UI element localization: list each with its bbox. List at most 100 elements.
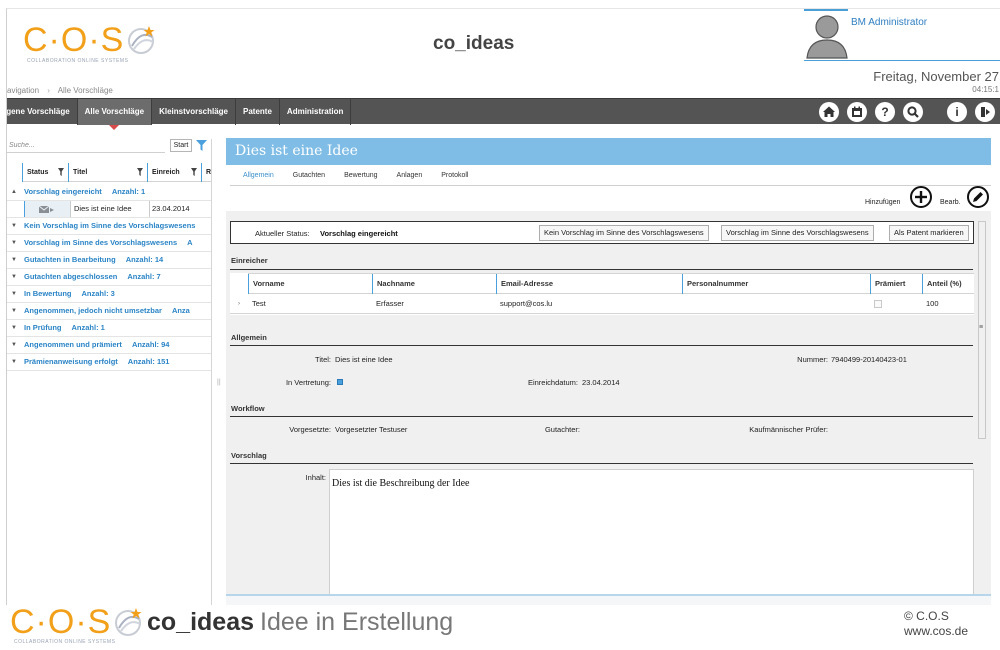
th-anteil[interactable]: Anteil (%) [922, 274, 974, 294]
expand-arrow-icon[interactable]: ▼ [11, 303, 17, 319]
expand-arrow-icon[interactable]: ▼ [11, 286, 17, 302]
nav-tab-alle-vorschlaege[interactable]: Alle Vorschläge [77, 99, 153, 130]
expand-arrow-icon[interactable]: ▼ [11, 269, 17, 285]
kein-vorschlag-button[interactable]: Kein Vorschlag im Sinne des Vorschlagswe… [539, 225, 709, 241]
scrollbar-grip-icon[interactable]: ≡ [979, 324, 983, 331]
nav-tab-kleinstvorschlaege[interactable]: Kleinstvorschläge [152, 99, 237, 125]
footer-logo-text: C·O·S [10, 603, 112, 641]
group-row[interactable]: ▼ Gutachten abgeschlossen Anzahl: 7 [7, 269, 211, 286]
td-email: support@cos.lu [500, 299, 553, 308]
expand-arrow-icon[interactable]: ▼ [11, 252, 17, 268]
section-allgemein: Allgemein [231, 333, 267, 342]
group-label: Kein Vorschlag im Sinne des Vorschlagswe… [24, 221, 196, 230]
group-label: Prämienanweisung erfolgt [24, 357, 118, 366]
footer-cos-logo: C·O·S COLLABORATION ONLINE SYSTEMS [10, 603, 144, 645]
th-email[interactable]: Email-Adresse [496, 274, 682, 294]
column-label: Status [27, 169, 49, 176]
als-patent-markieren-button[interactable]: Als Patent markieren [889, 225, 969, 241]
edit-icon[interactable] [967, 186, 989, 208]
list-item[interactable]: Dies ist eine Idee 23.04.2014 [7, 201, 211, 218]
th-personalnummer[interactable]: Personalnummer [682, 274, 870, 294]
column-r[interactable]: R [201, 163, 211, 182]
group-row[interactable]: ▲ Vorschlag eingereicht Anzahl: 1 [7, 184, 211, 201]
column-status[interactable]: Status [22, 163, 68, 182]
home-icon[interactable] [819, 102, 839, 122]
breadcrumb-item[interactable]: avigation [7, 86, 39, 95]
tab-protokoll[interactable]: Protokoll [424, 172, 468, 179]
inhalt-editor[interactable]: Dies ist die Beschreibung der Idee [329, 469, 974, 600]
einreicher-table-header: Vorname Nachname Email-Adresse Personaln… [248, 273, 974, 294]
add-icon[interactable] [910, 186, 932, 208]
filter-icon[interactable] [196, 140, 207, 151]
column-einreich[interactable]: Einreich [147, 163, 201, 182]
titel-value: Dies ist eine Idee [335, 355, 393, 364]
expand-arrow-icon[interactable]: ▼ [11, 235, 17, 251]
column-filter-icon[interactable] [58, 168, 64, 176]
vorschlag-im-sinne-button[interactable]: Vorschlag im Sinne des Vorschlagswesens [721, 225, 874, 241]
nav-tab-eigene-vorschlaege[interactable]: igene Vorschläge [7, 99, 78, 125]
item-title: Dies ist eine Idee [70, 201, 149, 217]
website-link[interactable]: www.cos.de [904, 624, 968, 639]
search-icon[interactable] [903, 102, 923, 122]
panel-splitter[interactable]: || [211, 139, 225, 605]
detail-title: Dies ist eine Idee [235, 143, 358, 159]
footer-subtitle: Idee in Erstellung [260, 608, 454, 636]
th-praemiert[interactable]: Prämiert [870, 274, 922, 294]
column-filter-icon[interactable] [137, 168, 143, 176]
breadcrumb: avigation › Alle Vorschläge [7, 86, 113, 95]
tab-anlagen[interactable]: Anlagen [380, 172, 423, 179]
start-button[interactable]: Start [170, 139, 192, 152]
collapse-arrow-icon[interactable]: ▲ [11, 184, 17, 200]
group-count: Anzahl: 94 [131, 340, 170, 349]
info-icon[interactable]: i [947, 102, 967, 122]
th-nachname[interactable]: Nachname [372, 274, 496, 294]
avatar-icon [806, 15, 848, 59]
group-row[interactable]: ▼ Gutachten in Bearbeitung Anzahl: 14 [7, 252, 211, 269]
expand-arrow-icon[interactable]: ▼ [11, 337, 17, 353]
column-filter-icon[interactable] [191, 168, 197, 176]
nav-tab-administration[interactable]: Administration [280, 99, 352, 125]
footer-brand: co_ideas [147, 608, 255, 636]
splitter-grip-icon[interactable]: || [217, 379, 221, 386]
column-titel[interactable]: Titel [68, 163, 147, 182]
group-row[interactable]: ▼ In Prüfung Anzahl: 1 [7, 320, 211, 337]
group-count: A [187, 238, 193, 247]
tab-bewertung[interactable]: Bewertung [327, 172, 377, 179]
calendar-icon[interactable] [847, 102, 867, 122]
tab-gutachten[interactable]: Gutachten [276, 172, 325, 179]
vorgesetzte-label: Vorgesetzte: [289, 425, 331, 434]
th-vorname[interactable]: Vorname [248, 274, 372, 294]
group-row[interactable]: ▼ Angenommen, jedoch nicht umsetzbar Anza [7, 303, 211, 320]
tab-allgemein[interactable]: Allgemein [226, 172, 274, 179]
group-row[interactable]: ▼ In Bewertung Anzahl: 3 [7, 286, 211, 303]
user-profile[interactable]: BM Administrator [804, 9, 1000, 61]
nav-tabs: igene Vorschläge Alle Vorschläge Kleinst… [7, 99, 352, 130]
help-icon[interactable]: ? [875, 102, 895, 122]
vertretung-checkbox[interactable] [337, 379, 343, 385]
expand-arrow-icon[interactable]: ▼ [11, 354, 17, 370]
breadcrumb-item[interactable]: Alle Vorschläge [58, 86, 113, 95]
praemiert-checkbox[interactable] [874, 300, 882, 309]
titel-label: Titel: [315, 355, 331, 364]
group-row[interactable]: ▼ Kein Vorschlag im Sinne des Vorschlags… [7, 218, 211, 235]
group-row[interactable]: ▼ Angenommen und prämiert Anzahl: 94 [7, 337, 211, 354]
app-title: co_ideas [433, 33, 515, 54]
group-row[interactable]: ▼ Prämienanweisung erfolgt Anzahl: 151 [7, 354, 211, 371]
table-row[interactable]: › Test Erfasser support@cos.lu 100 [230, 294, 974, 314]
logout-icon[interactable] [975, 102, 995, 122]
nummer-value: 7940499-20140423-01 [831, 355, 907, 364]
group-row[interactable]: ▼ Vorschlag im Sinne des Vorschlagswesen… [7, 235, 211, 252]
group-count: Anzahl: 1 [71, 323, 105, 332]
pruefer-label: Kaufmännischer Prüfer: [749, 425, 828, 434]
row-indicator-icon: › [238, 301, 240, 307]
search-input[interactable] [7, 139, 165, 153]
section-workflow: Workflow [231, 404, 265, 413]
expand-arrow-icon[interactable]: ▼ [11, 320, 17, 336]
breadcrumb-separator: › [47, 86, 50, 95]
nav-tab-patente[interactable]: Patente [236, 99, 280, 125]
group-list: ▲ Vorschlag eingereicht Anzahl: 1 Dies is… [7, 184, 211, 371]
expand-arrow-icon[interactable]: ▼ [11, 218, 17, 234]
item-status-cell [24, 201, 70, 217]
current-time: 04:15:1 [972, 85, 999, 94]
add-label: Hinzufügen [865, 199, 901, 206]
